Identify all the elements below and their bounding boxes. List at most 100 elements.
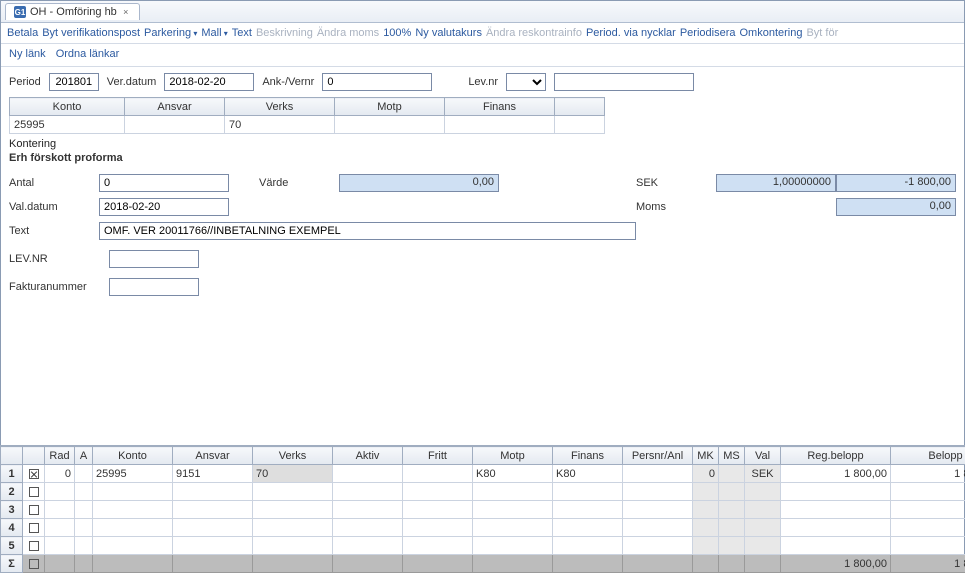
cmd-parkering[interactable]: Parkering bbox=[144, 27, 197, 39]
valdatum-input[interactable] bbox=[99, 198, 229, 216]
cell-mk[interactable]: 0 bbox=[693, 465, 719, 483]
cell-ansvar[interactable]: 9151 bbox=[173, 465, 253, 483]
cmd-100[interactable]: 100% bbox=[383, 27, 411, 39]
sek-rate: 1,00000000 bbox=[716, 174, 836, 192]
hdr-verks[interactable]: Verks bbox=[253, 447, 333, 465]
hdr-aktiv[interactable]: Aktiv bbox=[333, 447, 403, 465]
close-icon[interactable]: × bbox=[121, 7, 131, 17]
verdatum-input[interactable] bbox=[164, 73, 254, 91]
hdr-fritt[interactable]: Fritt bbox=[403, 447, 473, 465]
row-check-icon[interactable] bbox=[29, 541, 39, 551]
period-input[interactable] bbox=[49, 73, 99, 91]
text-label: Text bbox=[9, 225, 99, 237]
row-check-icon[interactable] bbox=[29, 505, 39, 515]
table-row[interactable]: 4 bbox=[1, 519, 965, 537]
row-check-icon[interactable] bbox=[29, 469, 39, 479]
col-motp[interactable]: Motp bbox=[335, 98, 445, 116]
cmd-ordna-lankar[interactable]: Ordna länkar bbox=[56, 48, 120, 60]
col-blank bbox=[555, 98, 605, 116]
cell-konto[interactable]: 25995 bbox=[10, 116, 125, 134]
kontering-fields: Antal Värde 0,00 SEK 1,00000000 -1 800,0… bbox=[1, 168, 964, 240]
dimension-header-table: Konto Ansvar Verks Motp Finans 25995 70 bbox=[9, 97, 605, 134]
hdr-motp[interactable]: Motp bbox=[473, 447, 553, 465]
hdr-finans[interactable]: Finans bbox=[553, 447, 623, 465]
hdr-a[interactable]: A bbox=[75, 447, 93, 465]
ankvemr-label: Ank-/Vernr bbox=[262, 76, 314, 88]
cell-regbelopp[interactable]: 1 800,00 bbox=[781, 465, 891, 483]
cmd-byt-verifikationspost[interactable]: Byt verifikationspost bbox=[42, 27, 140, 39]
hdr-persnr[interactable]: Persnr/Anl bbox=[623, 447, 693, 465]
cmd-periodisera[interactable]: Periodisera bbox=[680, 27, 736, 39]
levnr-select[interactable] bbox=[506, 73, 546, 91]
row-check-icon[interactable] bbox=[29, 487, 39, 497]
cell-verks[interactable]: 70 bbox=[225, 116, 335, 134]
sum-belopp: 1 800,00 bbox=[891, 555, 965, 573]
period-label: Period bbox=[9, 76, 41, 88]
hdr-ms[interactable]: MS bbox=[719, 447, 745, 465]
col-finans[interactable]: Finans bbox=[445, 98, 555, 116]
sub-toolbar: Ny länk Ordna länkar bbox=[1, 44, 964, 67]
sum-icon: Σ bbox=[1, 555, 23, 573]
cmd-byt-for: Byt för bbox=[806, 27, 838, 39]
levnr-input[interactable] bbox=[554, 73, 694, 91]
cmd-betala[interactable]: Betala bbox=[7, 27, 38, 39]
table-row[interactable]: 5 bbox=[1, 537, 965, 555]
ankvemr-input[interactable] bbox=[322, 73, 432, 91]
tab-title: OH - Omföring hb bbox=[30, 6, 117, 18]
row-num[interactable]: 5 bbox=[1, 537, 23, 555]
cmd-mall[interactable]: Mall bbox=[201, 27, 227, 39]
sek-label: SEK bbox=[636, 177, 716, 189]
antal-label: Antal bbox=[9, 177, 99, 189]
cell-belopp[interactable]: 1 800,00 bbox=[891, 465, 965, 483]
antal-input[interactable] bbox=[99, 174, 229, 192]
cell-konto[interactable]: 25995 bbox=[93, 465, 173, 483]
cmd-omkontering[interactable]: Omkontering bbox=[739, 27, 802, 39]
col-konto[interactable]: Konto bbox=[10, 98, 125, 116]
grid-header: Rad A Konto Ansvar Verks Aktiv Fritt Mot… bbox=[1, 447, 965, 465]
row-check-icon[interactable] bbox=[29, 523, 39, 533]
cell-motp[interactable]: K80 bbox=[473, 465, 553, 483]
table-row[interactable]: 2 bbox=[1, 483, 965, 501]
row-num[interactable]: 4 bbox=[1, 519, 23, 537]
cmd-text[interactable]: Text bbox=[232, 27, 252, 39]
toolbar: Betala Byt verifikationspost Parkering M… bbox=[1, 23, 964, 44]
moms-value: 0,00 bbox=[836, 198, 956, 216]
dimension-row[interactable]: 25995 70 bbox=[10, 116, 605, 134]
verdatum-label: Ver.datum bbox=[107, 76, 157, 88]
cell-verks[interactable]: 70 bbox=[253, 465, 333, 483]
faktnr-input[interactable] bbox=[109, 278, 199, 296]
cell-rad[interactable]: 0 bbox=[45, 465, 75, 483]
cell-motp[interactable] bbox=[335, 116, 445, 134]
text-input[interactable] bbox=[99, 222, 636, 240]
hdr-val[interactable]: Val bbox=[745, 447, 781, 465]
varde-value: 0,00 bbox=[339, 174, 499, 192]
cell-ansvar[interactable] bbox=[125, 116, 225, 134]
hdr-konto[interactable]: Konto bbox=[93, 447, 173, 465]
cmd-ny-valutakurs[interactable]: Ny valutakurs bbox=[415, 27, 482, 39]
hdr-belopp[interactable]: Belopp bbox=[891, 447, 965, 465]
cmd-period-via-nycklar[interactable]: Period. via nycklar bbox=[586, 27, 676, 39]
table-row[interactable]: 3 bbox=[1, 501, 965, 519]
cell-val[interactable]: SEK bbox=[745, 465, 781, 483]
sum-regbelopp: 1 800,00 bbox=[781, 555, 891, 573]
row-num[interactable]: 2 bbox=[1, 483, 23, 501]
tab-active[interactable]: G1 OH - Omföring hb × bbox=[5, 3, 140, 20]
col-verks[interactable]: Verks bbox=[225, 98, 335, 116]
hdr-ansvar[interactable]: Ansvar bbox=[173, 447, 253, 465]
kontering-section: Kontering Erh förskott proforma bbox=[1, 134, 964, 168]
hdr-mk[interactable]: MK bbox=[693, 447, 719, 465]
levnr2-input[interactable] bbox=[109, 250, 199, 268]
hdr-regbelopp[interactable]: Reg.belopp bbox=[781, 447, 891, 465]
cmd-ny-lank[interactable]: Ny länk bbox=[9, 48, 46, 60]
table-row[interactable]: 1 0 25995 9151 70 K80 K80 0 SEK 1 800,00… bbox=[1, 465, 965, 483]
cell-finans[interactable]: K80 bbox=[553, 465, 623, 483]
varde-label: Värde bbox=[229, 177, 339, 189]
cell-finans[interactable] bbox=[445, 116, 555, 134]
cmd-beskrivning: Beskrivning bbox=[256, 27, 313, 39]
row-num[interactable]: 3 bbox=[1, 501, 23, 519]
col-ansvar[interactable]: Ansvar bbox=[125, 98, 225, 116]
hdr-rad[interactable]: Rad bbox=[45, 447, 75, 465]
levnr-label: Lev.nr bbox=[468, 76, 498, 88]
row-num[interactable]: 1 bbox=[1, 465, 23, 483]
faktnr-label: Fakturanummer bbox=[9, 281, 109, 293]
